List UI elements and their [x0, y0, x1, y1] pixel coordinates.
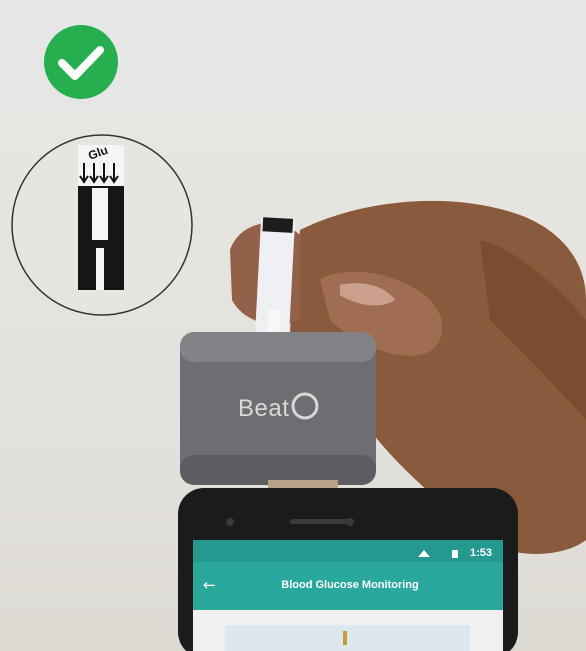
photo-scene: Glu [11, 134, 586, 651]
test-strip [254, 217, 296, 341]
app-title: Blood Glucose Monitoring [281, 579, 419, 591]
back-arrow-icon[interactable]: ← [203, 576, 216, 594]
smartphone [178, 488, 518, 651]
device-brand: Beat [238, 395, 290, 422]
strip-zoom-inset: Glu [11, 134, 193, 316]
battery-icon [452, 550, 458, 558]
status-time: 1:53 [470, 547, 493, 559]
image-frame: Glu Beat 1:53 ← Blood Glucose Monitoring [0, 0, 586, 651]
